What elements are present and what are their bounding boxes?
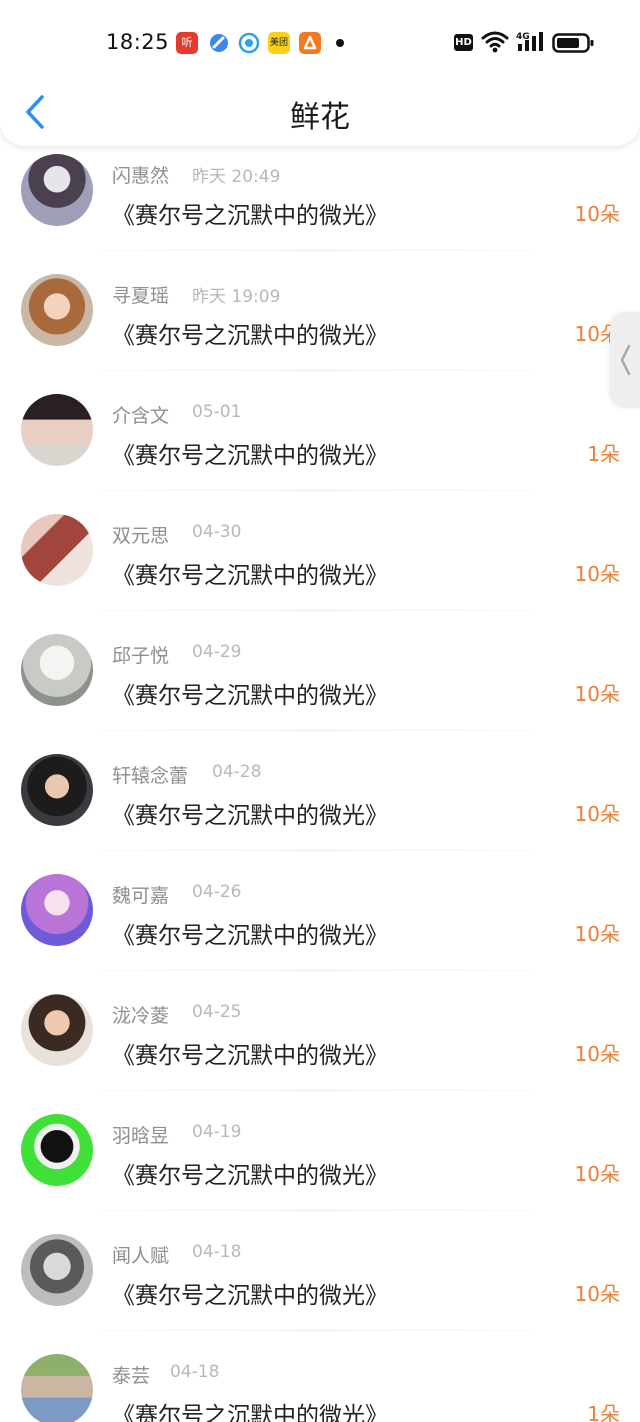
row-divider xyxy=(96,1210,536,1211)
row-divider xyxy=(96,850,536,851)
book-title: 《赛尔号之沉默中的微光》 xyxy=(112,1403,388,1422)
flower-count: 10朵 xyxy=(574,562,620,586)
flower-count: 10朵 xyxy=(574,802,620,826)
row-divider xyxy=(96,1090,536,1091)
avatar xyxy=(21,274,93,346)
avatar xyxy=(21,1234,93,1306)
avatar xyxy=(21,994,93,1066)
book-title: 《赛尔号之沉默中的微光》 xyxy=(112,203,388,229)
flower-count: 1朵 xyxy=(587,1402,620,1422)
page-title: 鲜花 xyxy=(290,100,350,135)
avatar xyxy=(21,394,93,466)
flower-count: 10朵 xyxy=(574,202,620,226)
flower-count: 10朵 xyxy=(574,1162,620,1186)
wifi-icon xyxy=(481,30,509,58)
row-divider xyxy=(96,370,536,371)
row-divider xyxy=(96,1330,536,1331)
list-item[interactable]: 泷冷菱 04-25 《赛尔号之沉默中的微光》 10朵 xyxy=(0,986,640,1106)
sent-date: 04-26 xyxy=(192,882,242,902)
status-bar: 18:25 听 美团 HD 4G xyxy=(0,0,640,86)
flowers-screen: 18:25 听 美团 HD 4G 鲜花 闪惠然 昨天 20:49 《赛尔号之沉默… xyxy=(0,0,640,1422)
browser-app-icon xyxy=(208,32,230,54)
cellular-signal-icon: 4G xyxy=(516,30,546,58)
list-item[interactable]: 邱子悦 04-29 《赛尔号之沉默中的微光》 10朵 xyxy=(0,626,640,746)
sender-name: 轩辕念蕾 xyxy=(112,765,189,787)
sender-name: 闪惠然 xyxy=(112,165,170,187)
side-drawer-handle[interactable] xyxy=(610,312,640,408)
sender-name: 泰芸 xyxy=(112,1365,151,1387)
bird-app-icon xyxy=(238,32,260,54)
book-title: 《赛尔号之沉默中的微光》 xyxy=(112,1043,388,1069)
sender-name: 羽晗昱 xyxy=(112,1125,170,1147)
book-title: 《赛尔号之沉默中的微光》 xyxy=(112,683,388,709)
sent-date: 04-19 xyxy=(192,1122,242,1142)
top-app-bar: 18:25 听 美团 HD 4G 鲜花 xyxy=(0,0,640,146)
sent-date: 昨天 19:09 xyxy=(192,287,281,307)
list-item[interactable]: 寻夏瑶 昨天 19:09 《赛尔号之沉默中的微光》 10朵 xyxy=(0,266,640,386)
flower-count: 1朵 xyxy=(587,442,620,466)
sender-name: 邱子悦 xyxy=(112,645,170,667)
sender-name: 魏可嘉 xyxy=(112,885,170,907)
book-title: 《赛尔号之沉默中的微光》 xyxy=(112,1163,388,1189)
status-time: 18:25 xyxy=(106,30,170,54)
sender-name: 泷冷菱 xyxy=(112,1005,170,1027)
book-title: 《赛尔号之沉默中的微光》 xyxy=(112,323,388,349)
avatar xyxy=(21,874,93,946)
row-divider xyxy=(96,610,536,611)
list-item[interactable]: 羽晗昱 04-19 《赛尔号之沉默中的微光》 10朵 xyxy=(0,1106,640,1226)
sender-name: 双元思 xyxy=(112,525,170,547)
sender-name: 寻夏瑶 xyxy=(112,285,170,307)
sent-date: 05-01 xyxy=(192,402,242,422)
shop-app-icon xyxy=(299,32,321,54)
list-item[interactable]: 闪惠然 昨天 20:49 《赛尔号之沉默中的微光》 10朵 xyxy=(0,146,640,266)
list-item[interactable]: 闻人赋 04-18 《赛尔号之沉默中的微光》 10朵 xyxy=(0,1226,640,1346)
ting-app-icon: 听 xyxy=(176,32,198,54)
book-title: 《赛尔号之沉默中的微光》 xyxy=(112,1283,388,1309)
list-item[interactable]: 轩辕念蕾 04-28 《赛尔号之沉默中的微光》 10朵 xyxy=(0,746,640,866)
flower-count: 10朵 xyxy=(574,682,620,706)
battery-icon xyxy=(552,32,594,58)
sent-date: 04-25 xyxy=(192,1002,242,1022)
avatar xyxy=(21,514,93,586)
avatar xyxy=(21,754,93,826)
meituan-app-icon: 美团 xyxy=(268,32,290,54)
avatar xyxy=(21,1354,93,1422)
sender-name: 介含文 xyxy=(112,405,170,427)
book-title: 《赛尔号之沉默中的微光》 xyxy=(112,443,388,469)
sender-name: 闻人赋 xyxy=(112,1245,170,1267)
avatar xyxy=(21,154,93,226)
list-item[interactable]: 魏可嘉 04-26 《赛尔号之沉默中的微光》 10朵 xyxy=(0,866,640,986)
sent-date: 04-18 xyxy=(170,1362,220,1382)
row-divider xyxy=(96,250,536,251)
flower-count: 10朵 xyxy=(574,1282,620,1306)
book-title: 《赛尔号之沉默中的微光》 xyxy=(112,803,388,829)
avatar xyxy=(21,1114,93,1186)
sent-date: 04-18 xyxy=(192,1242,242,1262)
hd-voice-icon: HD xyxy=(454,34,473,51)
avatar xyxy=(21,634,93,706)
sent-date: 04-30 xyxy=(192,522,242,542)
flower-count: 10朵 xyxy=(574,922,620,946)
flower-count: 10朵 xyxy=(574,1042,620,1066)
row-divider xyxy=(96,970,536,971)
row-divider xyxy=(96,730,536,731)
list-item[interactable]: 介含文 05-01 《赛尔号之沉默中的微光》 1朵 xyxy=(0,386,640,506)
list-item[interactable]: 泰芸 04-18 《赛尔号之沉默中的微光》 1朵 xyxy=(0,1346,640,1422)
sent-date: 04-29 xyxy=(192,642,242,662)
book-title: 《赛尔号之沉默中的微光》 xyxy=(112,563,388,589)
chevron-left-icon xyxy=(620,344,631,376)
sent-date: 昨天 20:49 xyxy=(192,167,281,187)
notification-dot xyxy=(336,39,344,47)
sent-date: 04-28 xyxy=(212,762,262,782)
book-title: 《赛尔号之沉默中的微光》 xyxy=(112,923,388,949)
row-divider xyxy=(96,490,536,491)
list-item[interactable]: 双元思 04-30 《赛尔号之沉默中的微光》 10朵 xyxy=(0,506,640,626)
